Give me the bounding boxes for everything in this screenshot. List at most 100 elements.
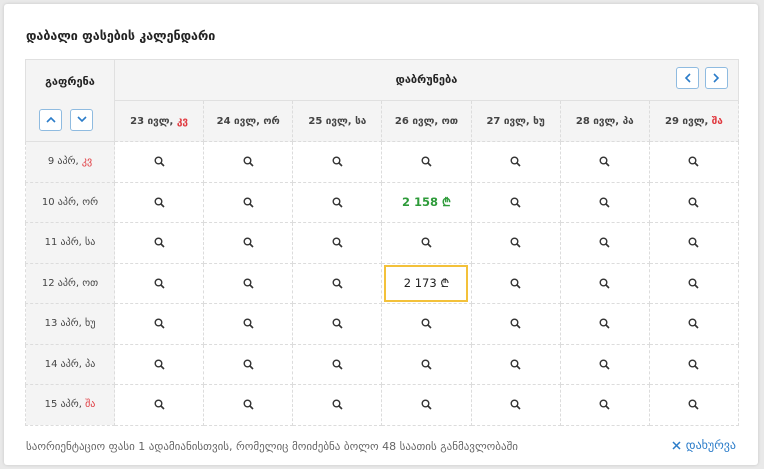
- search-icon: [421, 156, 432, 167]
- return-day-label: ოთ: [441, 115, 459, 127]
- price-calendar-grid: გაფრენა დაბრუნება 23 ივლ, კვ 24 ივლ, ორ …: [25, 59, 740, 426]
- departure-date-label: 10 აპრ,: [41, 196, 80, 208]
- search-price-cell[interactable]: [381, 384, 472, 426]
- departure-date-label: 14 აპრ,: [44, 358, 82, 370]
- search-price-cell[interactable]: [470, 181, 561, 223]
- search-price-cell[interactable]: [559, 222, 650, 264]
- close-button[interactable]: დახურვა: [672, 438, 736, 452]
- price-cell-lowest[interactable]: 2 158 ₾: [381, 181, 472, 223]
- search-price-cell[interactable]: [648, 343, 740, 385]
- return-date-label: 23 ივლ,: [130, 115, 174, 127]
- footer-note: საორიენტაციო ფასი 1 ადამიანისთვის, რომელ…: [26, 440, 518, 453]
- search-price-cell[interactable]: [559, 303, 650, 345]
- return-date-label: 27 ივლ,: [486, 115, 530, 127]
- departure-header-label: გაფრენა: [45, 74, 95, 88]
- return-header-label: დაბრუნება: [395, 73, 458, 86]
- search-price-cell[interactable]: [113, 181, 205, 223]
- search-price-cell[interactable]: [470, 384, 561, 426]
- search-price-cell[interactable]: [113, 384, 205, 426]
- search-price-cell[interactable]: [203, 343, 294, 385]
- search-price-cell[interactable]: [648, 384, 740, 426]
- search-icon: [154, 237, 165, 248]
- return-day-label: პა: [622, 115, 634, 127]
- departure-date-header: 14 აპრ, პა: [25, 343, 115, 385]
- table-row: 14 აპრ, პა: [25, 343, 740, 385]
- search-icon: [332, 399, 343, 410]
- search-icon: [510, 237, 521, 248]
- search-price-cell[interactable]: [381, 222, 472, 264]
- search-icon: [510, 318, 521, 329]
- search-price-cell[interactable]: [648, 222, 740, 264]
- search-price-cell[interactable]: [113, 141, 205, 183]
- search-price-cell[interactable]: [470, 303, 561, 345]
- price-cell-selected[interactable]: 2 173 ₾: [381, 262, 472, 304]
- search-icon: [154, 156, 165, 167]
- search-price-cell[interactable]: [381, 343, 472, 385]
- search-price-cell[interactable]: [292, 141, 383, 183]
- search-icon: [243, 399, 254, 410]
- close-icon: [672, 440, 681, 450]
- chevron-right-icon: [713, 73, 720, 83]
- return-date-header: 24 ივლ, ორ: [203, 100, 294, 142]
- search-price-cell[interactable]: [381, 303, 472, 345]
- search-price-cell[interactable]: [470, 222, 561, 264]
- search-price-cell[interactable]: [292, 343, 383, 385]
- search-icon: [421, 237, 432, 248]
- search-price-cell[interactable]: [648, 262, 740, 304]
- table-row: 10 აპრ, ორ 2 158 ₾: [25, 181, 740, 223]
- modal-title: დაბალი ფასების კალენდარი: [26, 28, 216, 43]
- search-icon: [421, 359, 432, 370]
- search-price-cell[interactable]: [292, 303, 383, 345]
- search-price-cell[interactable]: [203, 141, 294, 183]
- return-day-label: ხუ: [533, 115, 545, 127]
- search-icon: [599, 156, 610, 167]
- search-price-cell[interactable]: [559, 343, 650, 385]
- search-price-cell[interactable]: [559, 262, 650, 304]
- search-icon: [243, 156, 254, 167]
- search-icon: [332, 197, 343, 208]
- search-icon: [421, 399, 432, 410]
- departure-prev-button[interactable]: [39, 108, 62, 131]
- search-price-cell[interactable]: [203, 303, 294, 345]
- return-date-label: 24 ივლ,: [216, 115, 260, 127]
- search-price-cell[interactable]: [203, 181, 294, 223]
- search-price-cell[interactable]: [292, 181, 383, 223]
- return-date-header: 28 ივლ, პა: [559, 100, 650, 142]
- search-price-cell[interactable]: [203, 384, 294, 426]
- search-price-cell[interactable]: [559, 181, 650, 223]
- search-price-cell[interactable]: [292, 262, 383, 304]
- return-column-header: დაბრუნება: [114, 59, 739, 101]
- departure-date-header: 9 აპრ, კვ: [25, 141, 115, 183]
- return-dates-row: 23 ივლ, კვ 24 ივლ, ორ 25 ივლ, სა 26 ივლ, ოთ…: [26, 100, 740, 142]
- search-price-cell[interactable]: [470, 343, 561, 385]
- search-icon: [154, 399, 165, 410]
- search-price-cell[interactable]: [559, 384, 650, 426]
- price-value: 2 158 ₾: [402, 194, 451, 209]
- search-price-cell[interactable]: [470, 141, 561, 183]
- return-prev-button[interactable]: [676, 67, 699, 89]
- search-price-cell[interactable]: [292, 384, 383, 426]
- search-price-cell[interactable]: [648, 141, 740, 183]
- search-price-cell[interactable]: [113, 222, 205, 264]
- search-price-cell[interactable]: [113, 343, 205, 385]
- search-icon: [688, 318, 699, 329]
- departure-next-button[interactable]: [70, 108, 93, 131]
- search-icon: [243, 359, 254, 370]
- search-price-cell[interactable]: [113, 303, 205, 345]
- search-icon: [510, 399, 521, 410]
- table-row: 11 აპრ, სა: [25, 222, 740, 264]
- search-price-cell[interactable]: [113, 262, 205, 304]
- search-price-cell[interactable]: [381, 141, 472, 183]
- search-price-cell[interactable]: [559, 141, 650, 183]
- search-price-cell[interactable]: [470, 262, 561, 304]
- search-price-cell[interactable]: [203, 222, 294, 264]
- search-price-cell[interactable]: [648, 181, 740, 223]
- search-price-cell[interactable]: [292, 222, 383, 264]
- return-next-button[interactable]: [705, 67, 728, 89]
- search-price-cell[interactable]: [203, 262, 294, 304]
- search-icon: [599, 237, 610, 248]
- search-icon: [599, 278, 610, 289]
- search-price-cell[interactable]: [648, 303, 740, 345]
- departure-date-label: 9 აპრ,: [47, 156, 79, 168]
- search-icon: [243, 237, 254, 248]
